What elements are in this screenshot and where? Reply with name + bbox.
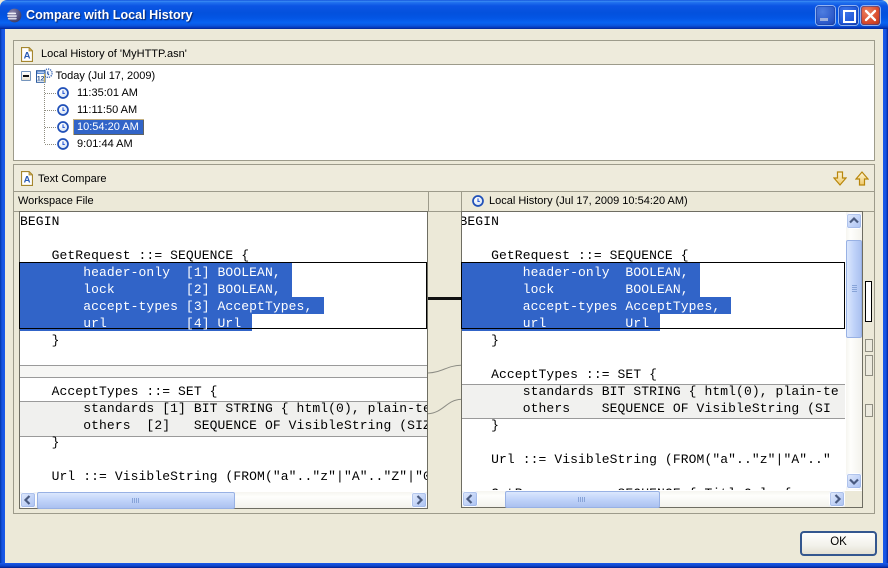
svg-text:A: A bbox=[24, 51, 31, 62]
svg-text:12: 12 bbox=[37, 75, 45, 82]
svg-text:A: A bbox=[24, 175, 31, 186]
